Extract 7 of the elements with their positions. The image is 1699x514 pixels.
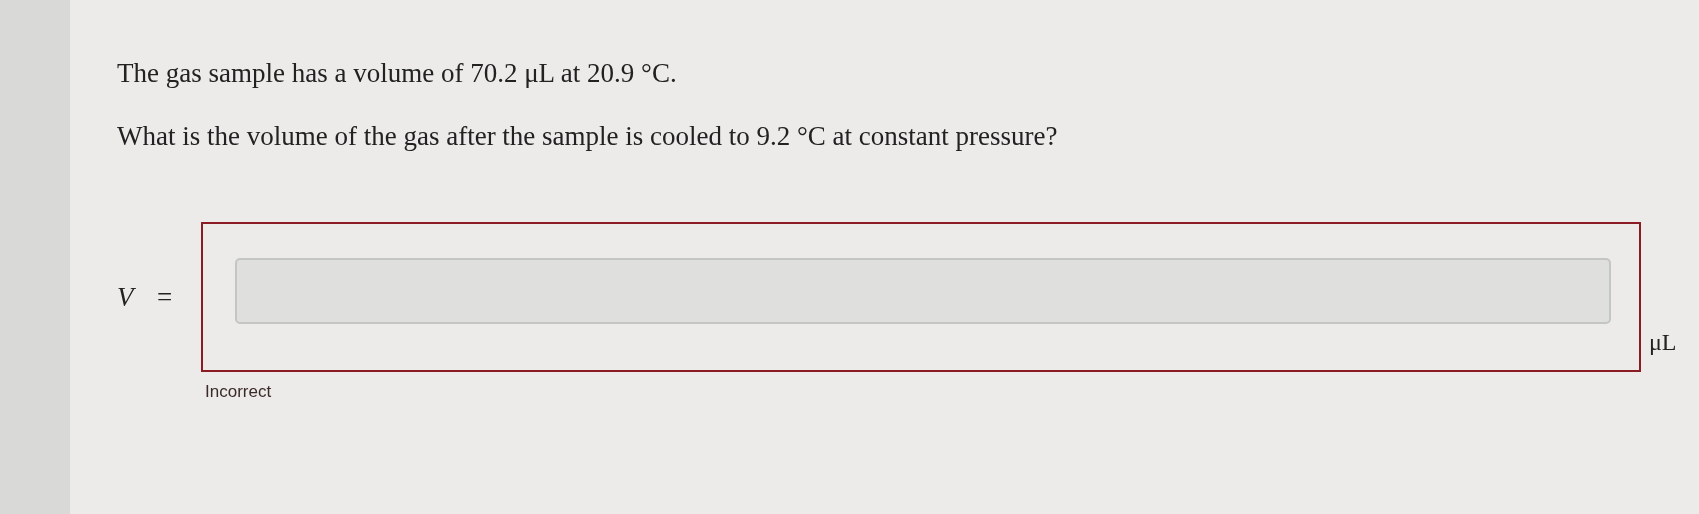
variable-label: V xyxy=(117,281,137,313)
question-text: The gas sample has a volume of 70.2 μL at 20.9 °C. xyxy=(117,58,678,89)
equals-sign: = xyxy=(157,281,174,313)
question-text: What is the volume of the gas after the sample is cooled to 9.2 °C at constant pressure? xyxy=(117,121,1059,152)
answer-field[interactable] xyxy=(235,258,1611,324)
feedback-label: Incorrect xyxy=(205,382,272,402)
unit-label: μL xyxy=(1649,328,1677,356)
